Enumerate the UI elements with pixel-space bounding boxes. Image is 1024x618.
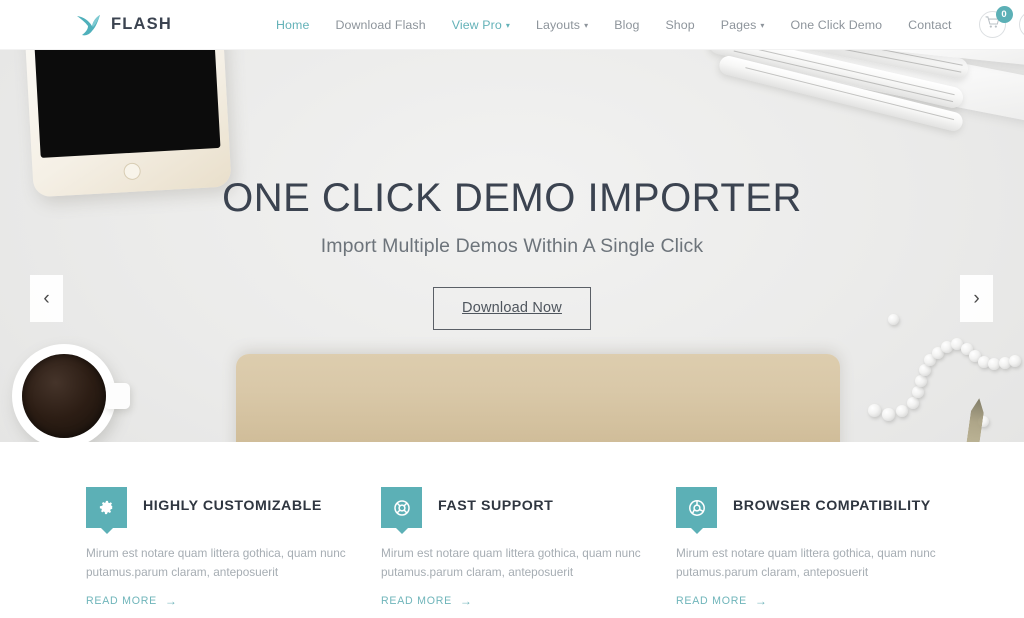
read-more-label: READ MORE: [86, 595, 157, 608]
nav-label: Blog: [614, 17, 640, 32]
hero-content: ONE CLICK DEMO IMPORTER Import Multiple …: [0, 50, 1024, 331]
site-logo[interactable]: FLASH: [76, 13, 172, 37]
nav-label: View Pro: [451, 17, 502, 32]
nav-label: Shop: [665, 17, 695, 32]
feature-header: HIGHLY CUSTOMIZABLE: [86, 487, 381, 534]
feature-title: FAST SUPPORT: [438, 498, 554, 514]
feature-description: Mirum est notare quam littera gothica, q…: [676, 546, 936, 580]
nav-item-blog[interactable]: Blog: [601, 18, 652, 32]
features-section: HIGHLY CUSTOMIZABLE Mirum est notare qua…: [0, 442, 1024, 618]
coffee-cup-prop-image: [12, 344, 130, 442]
slider-prev-arrow[interactable]: ‹: [30, 275, 63, 322]
chevron-down-icon: ▾: [760, 20, 765, 30]
search-button[interactable]: [1018, 11, 1024, 38]
feature-card-fast-support: FAST SUPPORT Mirum est notare quam litte…: [381, 487, 676, 609]
nav-label: Home: [276, 17, 310, 32]
arrow-right-icon: →: [164, 594, 178, 609]
primary-navigation: Home Download Flash View Pro ▾ Layouts ▾…: [263, 18, 965, 32]
read-more-link[interactable]: READ MORE →: [676, 595, 768, 607]
arrow-right-icon: →: [459, 594, 473, 609]
nav-item-contact[interactable]: Contact: [895, 18, 964, 32]
nav-item-download-flash[interactable]: Download Flash: [322, 18, 438, 32]
nav-item-shop[interactable]: Shop: [652, 18, 707, 32]
chrome-browser-icon: [676, 487, 717, 534]
feature-card-highly-customizable: HIGHLY CUSTOMIZABLE Mirum est notare qua…: [86, 487, 381, 609]
hero-slider: ONE CLICK DEMO IMPORTER Import Multiple …: [0, 50, 1024, 442]
lifebuoy-icon: [381, 487, 422, 534]
cart-button[interactable]: 0: [978, 6, 1013, 38]
nav-label: Pages: [720, 17, 757, 32]
nav-label: Download Flash: [335, 17, 426, 32]
coffee-cup-handle: [104, 383, 130, 409]
site-logo-text: FLASH: [111, 15, 172, 33]
nav-item-one-click-demo[interactable]: One Click Demo: [778, 18, 896, 32]
read-more-link[interactable]: READ MORE →: [381, 595, 473, 607]
nav-label: Contact: [908, 17, 952, 32]
chevron-down-icon: ▾: [584, 20, 589, 30]
bird-logo-icon: [76, 13, 102, 37]
coffee-liquid: [22, 354, 106, 438]
chevron-down-icon: ▾: [505, 20, 510, 30]
gear-icon: [86, 487, 127, 534]
feature-header: FAST SUPPORT: [381, 487, 676, 534]
features-row: HIGHLY CUSTOMIZABLE Mirum est notare qua…: [0, 442, 1024, 609]
feature-title: BROWSER COMPATIBILITY: [733, 498, 931, 514]
hero-subtitle: Import Multiple Demos Within A Single Cl…: [320, 235, 704, 258]
nav-item-layouts[interactable]: Layouts ▾: [523, 18, 601, 32]
nav-label: Layouts: [536, 17, 581, 32]
feature-description: Mirum est notare quam littera gothica, q…: [381, 546, 641, 580]
cart-count-badge: 0: [995, 6, 1013, 23]
site-header: FLASH Home Download Flash View Pro ▾ Lay…: [0, 0, 1024, 50]
notebook-prop-image: [236, 354, 840, 442]
nav-item-view-pro[interactable]: View Pro ▾: [439, 18, 523, 32]
nav-item-home[interactable]: Home: [263, 18, 322, 32]
feature-card-browser-compatibility: BROWSER COMPATIBILITY Mirum est notare q…: [676, 487, 971, 609]
download-now-button[interactable]: Download Now: [433, 287, 591, 331]
arrow-right-icon: →: [754, 594, 768, 609]
feature-header: BROWSER COMPATIBILITY: [676, 487, 971, 534]
slider-next-arrow[interactable]: ›: [960, 275, 993, 322]
read-more-link[interactable]: READ MORE →: [86, 595, 178, 607]
read-more-label: READ MORE: [676, 595, 747, 608]
header-actions: 0: [978, 6, 1024, 38]
feature-description: Mirum est notare quam littera gothica, q…: [86, 546, 346, 580]
page-root: FLASH Home Download Flash View Pro ▾ Lay…: [0, 0, 1024, 618]
hero-title: ONE CLICK DEMO IMPORTER: [222, 176, 802, 220]
nav-item-pages[interactable]: Pages ▾: [708, 18, 778, 32]
read-more-label: READ MORE: [381, 595, 452, 608]
feature-title: HIGHLY CUSTOMIZABLE: [143, 498, 322, 514]
nav-label: One Click Demo: [790, 17, 883, 32]
